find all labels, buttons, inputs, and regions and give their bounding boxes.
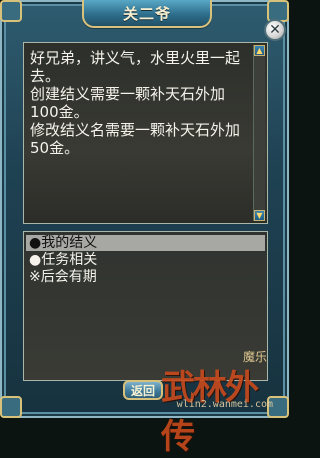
option-farewell[interactable]: ※后会有期 — [26, 269, 265, 285]
dialog-text-panel: 好兄弟，讲义气，水里火里一起去。 创建结义需要一颗补天石外加100金。 修改结义… — [23, 42, 268, 224]
scroll-up-button[interactable]: ▲ — [254, 45, 265, 56]
frame-corner-ornament — [0, 0, 22, 22]
dialog-scrollbar[interactable]: ▲ ▼ — [253, 45, 265, 221]
frame-corner-ornament — [0, 396, 22, 418]
title-plate: 关二爷 — [82, 0, 212, 28]
arrow-down-icon: ▼ — [256, 211, 263, 220]
option-quest-related[interactable]: ●任务相关 — [26, 252, 265, 268]
arrow-up-icon: ▲ — [256, 46, 263, 55]
close-icon: ✕ — [269, 22, 281, 38]
game-logo: 魔乐 武林外传 wlin2.wanmei.com — [161, 348, 273, 457]
window-title: 关二爷 — [122, 4, 171, 23]
back-button[interactable]: 返回 — [123, 380, 163, 400]
scroll-down-button[interactable]: ▼ — [254, 210, 265, 221]
option-my-sworn-brotherhood[interactable]: ●我的结义 — [26, 235, 265, 251]
close-button[interactable]: ✕ — [264, 19, 286, 41]
logo-url-text: wlin2.wanmei.com — [176, 399, 273, 410]
npc-dialog-text: 好兄弟，讲义气，水里火里一起去。 创建结义需要一颗补天石外加100金。 修改结义… — [30, 49, 241, 157]
